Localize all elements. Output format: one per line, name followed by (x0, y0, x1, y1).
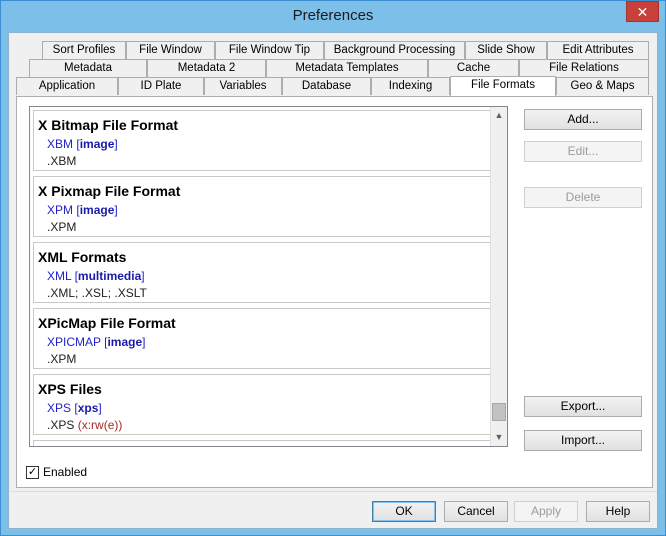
apply-button[interactable]: Apply (514, 501, 578, 522)
scroll-up-icon[interactable]: ▲ (491, 107, 507, 124)
help-button[interactable]: Help (586, 501, 650, 522)
format-title: XML Formats (38, 249, 127, 265)
tab-edit-attributes[interactable]: Edit Attributes (547, 41, 649, 59)
tab-metadata-2[interactable]: Metadata 2 (147, 59, 266, 77)
tab-application[interactable]: Application (16, 77, 118, 95)
list-item[interactable]: X Pixmap File Format XPM [image] .XPM (33, 176, 493, 237)
format-code: XPS [xps] (47, 401, 102, 415)
tab-background-processing[interactable]: Background Processing (324, 41, 465, 59)
title-bar[interactable]: Preferences ✕ (1, 1, 665, 32)
tab-cache[interactable]: Cache (428, 59, 519, 77)
tab-indexing[interactable]: Indexing (371, 77, 450, 95)
file-format-list[interactable]: X Bitmap File Format XBM [image] .XBM X … (29, 106, 508, 447)
format-code: XML [multimedia] (47, 269, 145, 283)
tab-geo-maps[interactable]: Geo & Maps (556, 77, 649, 95)
file-format-list-items: X Bitmap File Format XBM [image] .XBM X … (33, 110, 493, 446)
delete-button[interactable]: Delete (524, 187, 642, 208)
format-category: xps (77, 401, 99, 415)
tab-metadata[interactable]: Metadata (29, 59, 147, 77)
tab-id-plate[interactable]: ID Plate (118, 77, 204, 95)
footer-separator (9, 491, 657, 492)
close-button[interactable]: ✕ (626, 1, 659, 22)
format-code: XPM [image] (47, 203, 118, 217)
add-button[interactable]: Add... (524, 109, 642, 130)
tab-database[interactable]: Database (282, 77, 371, 95)
format-extensions: .XPM (47, 220, 77, 234)
list-item[interactable]: X Bitmap File Format XBM [image] .XBM (33, 110, 493, 171)
format-title: XPicMap File Format (38, 315, 176, 331)
dialog-client-area: Sort Profiles File Window File Window Ti… (8, 32, 658, 529)
preferences-window: Preferences ✕ Sort Profiles File Window … (0, 0, 666, 536)
format-extensions: .XML; .XSL; .XSLT (47, 286, 147, 300)
tab-sort-profiles[interactable]: Sort Profiles (42, 41, 126, 59)
tab-metadata-templates[interactable]: Metadata Templates (266, 59, 428, 77)
enabled-checkbox[interactable]: ✓ (26, 466, 39, 479)
check-icon: ✓ (27, 466, 38, 478)
scroll-down-icon[interactable]: ▼ (491, 429, 507, 446)
list-item-partial[interactable] (33, 440, 493, 446)
format-category: image (79, 203, 115, 217)
window-title: Preferences (292, 7, 374, 24)
tab-slide-show[interactable]: Slide Show (465, 41, 547, 59)
format-extensions: .XPM (47, 352, 77, 366)
format-title: X Bitmap File Format (38, 117, 179, 133)
tab-variables[interactable]: Variables (204, 77, 282, 95)
tab-file-window[interactable]: File Window (126, 41, 215, 59)
format-category: image (79, 137, 115, 151)
format-title: X Pixmap File Format (38, 183, 181, 199)
edit-button[interactable]: Edit... (524, 141, 642, 162)
format-code: XPICMAP [image] (47, 335, 146, 349)
format-extensions: .XBM (47, 154, 77, 168)
close-icon[interactable]: ✕ (637, 4, 649, 20)
list-scrollbar[interactable]: ▲ ▼ (490, 107, 507, 446)
format-extensions: .XPS (x:rw(e)) (47, 418, 123, 432)
format-category: image (107, 335, 143, 349)
export-button[interactable]: Export... (524, 396, 642, 417)
ok-button[interactable]: OK (372, 501, 436, 522)
scroll-thumb[interactable] (492, 403, 506, 421)
list-item[interactable]: XPicMap File Format XPICMAP [image] .XPM (33, 308, 493, 369)
import-button[interactable]: Import... (524, 430, 642, 451)
list-item[interactable]: XML Formats XML [multimedia] .XML; .XSL;… (33, 242, 493, 303)
list-item[interactable]: XPS Files XPS [xps] .XPS (x:rw(e)) (33, 374, 493, 435)
tab-file-formats[interactable]: File Formats (450, 76, 556, 96)
cancel-button[interactable]: Cancel (444, 501, 508, 522)
enabled-label[interactable]: Enabled (43, 465, 87, 480)
tab-file-relations[interactable]: File Relations (519, 59, 649, 77)
file-formats-panel: X Bitmap File Format XBM [image] .XBM X … (16, 96, 653, 488)
format-title: XPS Files (38, 381, 102, 397)
tab-file-window-tip[interactable]: File Window Tip (215, 41, 324, 59)
format-category: multimedia (77, 269, 142, 283)
format-code: XBM [image] (47, 137, 118, 151)
